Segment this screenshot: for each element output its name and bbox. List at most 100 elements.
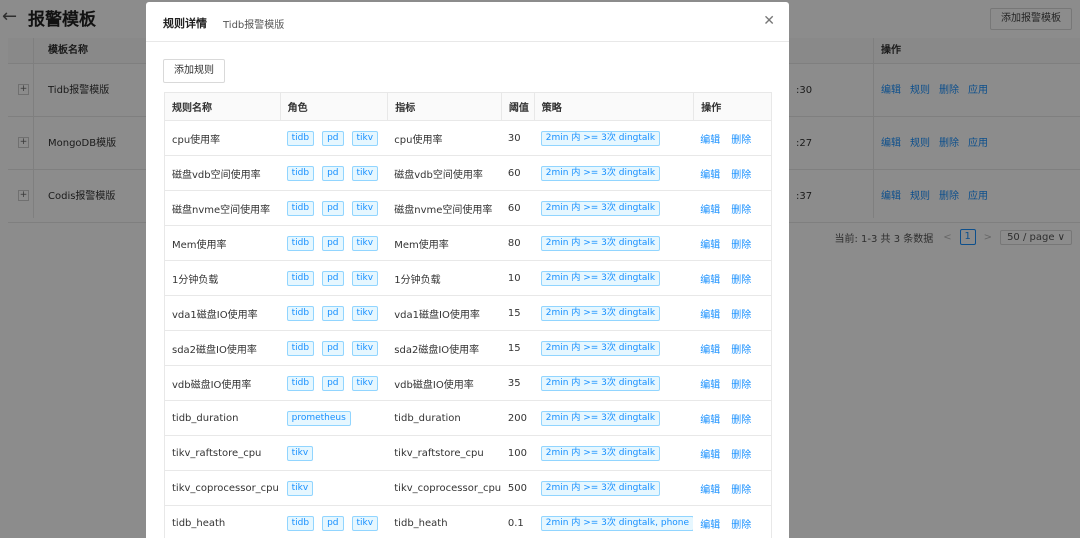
rule-name: 磁盘vdb空间使用率 [172, 169, 261, 181]
delete-rule-link[interactable]: 删除 [731, 166, 751, 181]
modal-subtitle: Tidb报警模版 [223, 20, 285, 31]
role-tag: tidb [286, 340, 315, 356]
rule-actions: 编辑 删除 [693, 471, 771, 505]
rule-actions: 编辑 删除 [693, 366, 771, 400]
rule-roles: tidb pd tikv [280, 121, 388, 155]
rule-actions: 编辑 删除 [693, 401, 771, 435]
policy-tag: 2min 内 >= 3次 dingtalk [540, 200, 661, 216]
role-tag: tikv [351, 340, 379, 356]
role-tag: pd [322, 235, 344, 251]
modal-header: 规则详情 Tidb报警模版 ✕ [146, 2, 789, 42]
rule-metric: sda2磁盘IO使用率 [394, 344, 480, 356]
rule-roles: tikv [280, 471, 388, 505]
delete-rule-link[interactable]: 删除 [731, 131, 751, 146]
edit-rule-link[interactable]: 编辑 [700, 446, 720, 461]
role-tag: pd [322, 375, 344, 391]
role-tag: tikv [351, 515, 379, 531]
rule-roles: tidb pd tikv [280, 506, 388, 538]
role-tag: tikv [351, 200, 379, 216]
role-tag: pd [322, 270, 344, 286]
edit-rule-link[interactable]: 编辑 [700, 131, 720, 146]
edit-rule-link[interactable]: 编辑 [700, 516, 720, 531]
rule-policy: 2min 内 >= 3次 dingtalk [534, 471, 693, 505]
edit-rule-link[interactable]: 编辑 [700, 481, 720, 496]
rule-metric: Mem使用率 [394, 239, 449, 251]
table-row: tidb_duration prometheus tidb_duration 200 2… [165, 401, 771, 436]
rules-table-body: cpu使用率 tidb pd tikv cpu使用率 30 2min 内 >= 3次 din… [165, 121, 771, 538]
policy-tag: 2min 内 >= 3次 dingtalk [540, 305, 661, 321]
delete-rule-link[interactable]: 删除 [731, 271, 751, 286]
role-tag: tidb [286, 165, 315, 181]
edit-rule-link[interactable]: 编辑 [700, 411, 720, 426]
edit-rule-link[interactable]: 编辑 [700, 376, 720, 391]
policy-tag: 2min 内 >= 3次 dingtalk [540, 375, 661, 391]
role-tag: tidb [286, 130, 315, 146]
role-tag: tikv [286, 480, 314, 496]
rule-threshold: 60 [507, 202, 521, 214]
role-tag: tikv [351, 375, 379, 391]
table-row: Mem使用率 tidb pd tikv Mem使用率 80 2min 内 >= 3次 din… [165, 226, 771, 261]
rule-actions: 编辑 删除 [693, 296, 771, 330]
rule-actions: 编辑 删除 [693, 121, 771, 155]
rule-metric: vda1磁盘IO使用率 [394, 309, 480, 321]
rule-roles: tidb pd tikv [280, 226, 388, 260]
rule-policy: 2min 内 >= 3次 dingtalk [534, 261, 693, 295]
table-row: vda1磁盘IO使用率 tidb pd tikv vda1磁盘IO使用率 15 2min 内… [165, 296, 771, 331]
rule-policy: 2min 内 >= 3次 dingtalk [534, 366, 693, 400]
column-header-rule-name: 规则名称 [172, 103, 212, 114]
rule-roles: tidb pd tikv [280, 331, 388, 365]
rule-detail-modal: 规则详情 Tidb报警模版 ✕ 添加规则 规则名称 角色 指标 阈值 策略 操作… [146, 2, 789, 538]
role-tag: tidb [286, 305, 315, 321]
role-tag: tikv [351, 305, 379, 321]
role-tag: tidb [286, 270, 315, 286]
rule-name: tidb_heath [172, 517, 226, 529]
role-tag: pd [322, 200, 344, 216]
edit-rule-link[interactable]: 编辑 [700, 341, 720, 356]
column-header-role: 角色 [279, 93, 388, 120]
delete-rule-link[interactable]: 删除 [731, 201, 751, 216]
edit-rule-link[interactable]: 编辑 [700, 236, 720, 251]
rule-threshold: 80 [507, 237, 521, 249]
table-row: 磁盘nvme空间使用率 tidb pd tikv 磁盘nvme空间使用率 60 2min 内… [165, 191, 771, 226]
policy-tag: 2min 内 >= 3次 dingtalk [540, 270, 661, 286]
delete-rule-link[interactable]: 删除 [731, 516, 751, 531]
delete-rule-link[interactable]: 删除 [731, 376, 751, 391]
role-tag: tikv [351, 235, 379, 251]
role-tag: pd [322, 130, 344, 146]
delete-rule-link[interactable]: 删除 [731, 481, 751, 496]
rule-actions: 编辑 删除 [693, 506, 771, 538]
edit-rule-link[interactable]: 编辑 [700, 271, 720, 286]
table-row: 磁盘vdb空间使用率 tidb pd tikv 磁盘vdb空间使用率 60 2min 内 >… [165, 156, 771, 191]
rule-policy: 2min 内 >= 3次 dingtalk [534, 191, 693, 225]
close-icon[interactable]: ✕ [763, 13, 775, 29]
delete-rule-link[interactable]: 删除 [731, 446, 751, 461]
rule-policy: 2min 内 >= 3次 dingtalk [534, 296, 693, 330]
policy-tag: 2min 内 >= 3次 dingtalk [540, 445, 661, 461]
rule-threshold: 500 [507, 482, 527, 494]
rule-threshold: 15 [507, 342, 521, 354]
edit-rule-link[interactable]: 编辑 [700, 201, 720, 216]
role-tag: tidb [286, 515, 315, 531]
column-header-policy: 策略 [533, 93, 693, 120]
policy-tag: 2min 内 >= 3次 dingtalk, phone [540, 515, 694, 531]
rule-actions: 编辑 删除 [693, 331, 771, 365]
delete-rule-link[interactable]: 删除 [731, 236, 751, 251]
rule-metric: tikv_raftstore_cpu [394, 447, 484, 459]
rule-threshold: 100 [507, 447, 527, 459]
table-row: tikv_coprocessor_cpu tikv tikv_coprocessor… [165, 471, 771, 506]
rule-policy: 2min 内 >= 3次 dingtalk [534, 401, 693, 435]
add-rule-button[interactable]: 添加规则 [163, 59, 225, 83]
delete-rule-link[interactable]: 删除 [731, 411, 751, 426]
rule-actions: 编辑 删除 [693, 261, 771, 295]
edit-rule-link[interactable]: 编辑 [700, 166, 720, 181]
policy-tag: 2min 内 >= 3次 dingtalk [540, 410, 661, 426]
rule-metric: vdb磁盘IO使用率 [394, 379, 474, 391]
delete-rule-link[interactable]: 删除 [731, 341, 751, 356]
edit-rule-link[interactable]: 编辑 [700, 306, 720, 321]
delete-rule-link[interactable]: 删除 [731, 306, 751, 321]
rule-actions: 编辑 删除 [693, 436, 771, 470]
rule-roles: tidb pd tikv [280, 261, 388, 295]
rule-actions: 编辑 删除 [693, 226, 771, 260]
rule-name: Mem使用率 [172, 239, 227, 251]
rule-threshold: 15 [507, 307, 521, 319]
